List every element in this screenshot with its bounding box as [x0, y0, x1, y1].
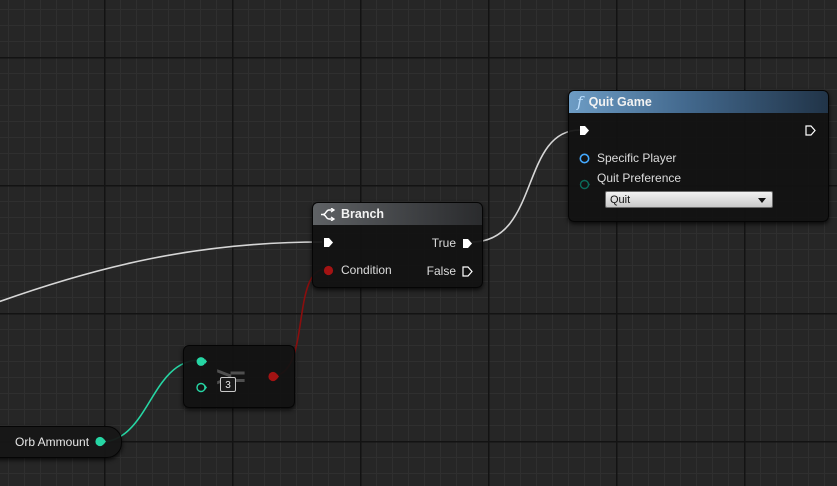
quit-game-title: Quit Game [588, 95, 652, 109]
branch-false-row: False [427, 264, 473, 278]
exec-in-pin-icon[interactable] [323, 237, 334, 248]
false-label: False [426, 264, 456, 278]
branch-exec-in-row [323, 237, 334, 248]
function-f-icon: f [577, 93, 583, 111]
greater-equal-compare-node[interactable]: >= 3 [183, 345, 295, 408]
true-label: True [431, 236, 456, 250]
compare-input-b-row [196, 382, 207, 393]
exec-out-pin-icon[interactable] [805, 125, 816, 136]
compare-a-pin-icon[interactable] [196, 356, 207, 367]
branch-arrows-icon [321, 207, 335, 221]
branch-true-row: True [432, 236, 473, 250]
quit-preference-dropdown[interactable]: Quit [605, 191, 773, 208]
specific-player-pin-icon[interactable] [579, 153, 590, 164]
orb-ammount-pin-icon[interactable] [95, 436, 106, 447]
condition-pin-icon[interactable] [323, 265, 334, 276]
exec-wire-branch-to-quit [471, 129, 581, 243]
quit-game-exec-in-row [579, 125, 590, 136]
branch-title: Branch [341, 207, 385, 221]
chevron-down-icon [758, 198, 766, 203]
branch-header[interactable]: Branch [313, 203, 482, 225]
compare-input-a-row [196, 356, 207, 367]
compare-b-pin-icon[interactable] [196, 382, 207, 393]
compare-output-row [268, 371, 279, 382]
quit-game-header[interactable]: f Quit Game [569, 91, 828, 113]
quit-preference-label: Quit Preference [597, 171, 682, 185]
exec-wire-to-branch [0, 241, 323, 303]
specific-player-label: Specific Player [597, 151, 677, 165]
specific-player-row: Specific Player [579, 151, 676, 165]
orb-ammount-variable-node[interactable]: Orb Ammount [0, 426, 122, 458]
exec-in-pin-icon[interactable] [579, 125, 590, 136]
compare-constant-input[interactable]: 3 [220, 377, 236, 392]
true-exec-pin-icon[interactable] [462, 238, 473, 249]
branch-node[interactable]: Branch True Condition False [312, 202, 483, 288]
condition-label: Condition [341, 263, 392, 277]
quit-preference-row: Quit Preference [579, 171, 681, 191]
compare-output-pin-icon[interactable] [268, 371, 279, 382]
orb-ammount-label: Orb Ammount [15, 435, 90, 449]
quit-game-node[interactable]: f Quit Game Specific Player Quit Prefere… [568, 90, 829, 222]
quit-game-exec-out-row [805, 125, 816, 136]
false-exec-pin-icon[interactable] [462, 265, 473, 277]
condition-row: Condition [323, 263, 392, 277]
quit-preference-value: Quit [610, 194, 631, 206]
quit-preference-pin-icon[interactable] [579, 179, 590, 190]
